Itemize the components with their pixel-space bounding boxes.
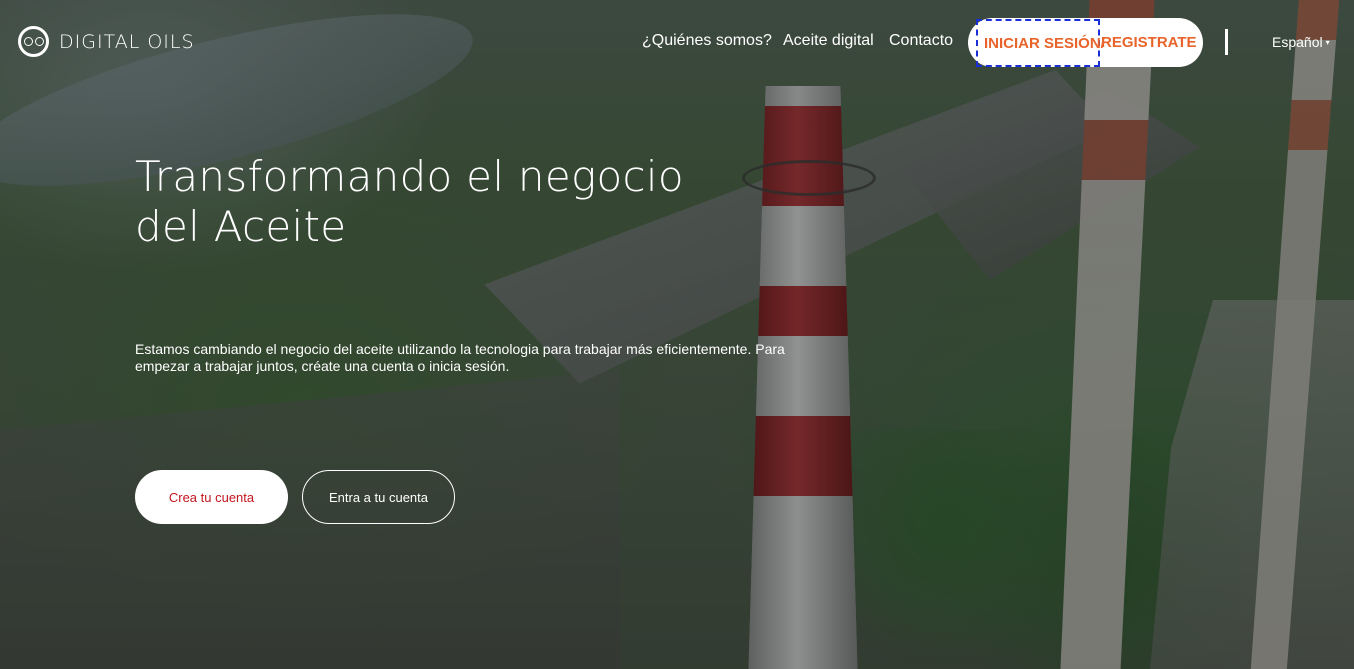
enter-account-button[interactable]: Entra a tu cuenta — [302, 470, 455, 524]
nav-link-quienes-somos[interactable]: ¿Quiénes somos? — [642, 32, 772, 50]
logo-icon — [18, 26, 49, 57]
logo[interactable]: DIGITAL OILS — [18, 26, 195, 57]
nav-link-aceite-digital[interactable]: Aceite digital — [783, 32, 874, 50]
language-label: Español — [1272, 34, 1323, 50]
nav-link-contacto[interactable]: Contacto — [889, 32, 953, 50]
language-selector[interactable]: Español ▾ — [1272, 34, 1330, 50]
register-button[interactable]: REGISTRATE — [1101, 34, 1197, 51]
hero-background-image — [0, 0, 1354, 669]
hero-title: Transformando el negocio del Aceite — [135, 152, 684, 251]
login-button[interactable]: INICIAR SESIÓN/ — [976, 19, 1105, 67]
hero-description: Estamos cambiando el negocio del aceite … — [135, 341, 785, 374]
header-divider — [1225, 29, 1228, 55]
brand-name: DIGITAL OILS — [59, 30, 195, 53]
create-account-button[interactable]: Crea tu cuenta — [135, 470, 288, 524]
caret-down-icon: ▾ — [1325, 37, 1330, 47]
